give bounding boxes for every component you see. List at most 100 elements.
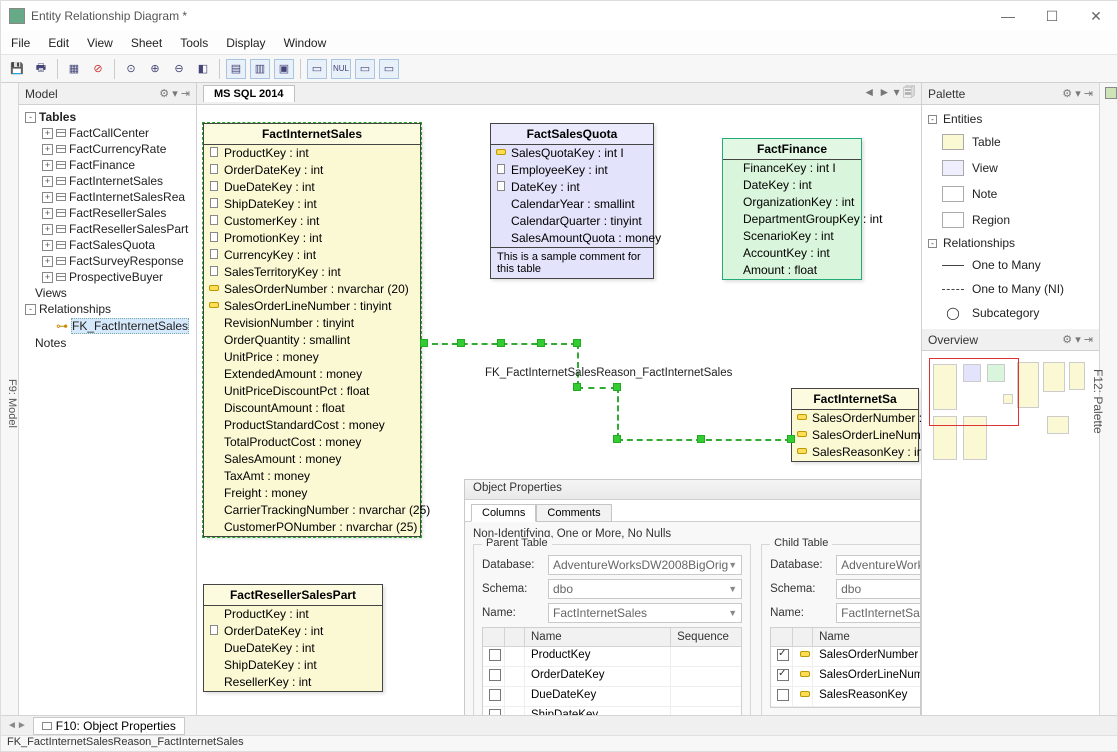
gear-icon[interactable]: ⚙ ▾ ⇥ (1062, 87, 1093, 100)
palette-item-note[interactable]: Note (928, 181, 1093, 207)
fk-connector[interactable] (617, 387, 619, 439)
pin-icon[interactable] (1105, 87, 1117, 99)
table-row[interactable]: SalesReasonKey (771, 687, 920, 707)
palette-item-view[interactable]: View (928, 155, 1093, 181)
entity-column: DueDateKey : int (204, 640, 382, 657)
checkbox[interactable] (489, 669, 501, 681)
gear-icon[interactable]: ⚙ ▾ ⇥ (159, 87, 190, 100)
palette-item-one-to-many-ni[interactable]: One to Many (NI) (928, 277, 1093, 301)
zoom-in-icon[interactable]: ⊕ (145, 59, 165, 79)
model-title: Model (25, 87, 58, 101)
checkbox[interactable] (777, 649, 789, 661)
entity-factfinance[interactable]: FactFinance FinanceKey : int IDateKey : … (722, 138, 862, 280)
minimize-button[interactable]: — (995, 8, 1021, 25)
palette-header: Palette ⚙ ▾ ⇥ (922, 83, 1099, 105)
entity-title: FactInternetSales (204, 124, 420, 145)
table-row[interactable]: SalesOrderNumber1 (771, 647, 920, 667)
child-columns-grid[interactable]: NameSequence SalesOrderNumber1SalesOrder… (770, 627, 920, 708)
overview-header: Overview ⚙ ▾ ⇥ (922, 329, 1099, 351)
entity-column: SalesOrderNumber : nvarchar (20) (204, 281, 420, 298)
palette-item-one-to-many[interactable]: One to Many (928, 253, 1093, 277)
maximize-button[interactable]: ☐ (1039, 8, 1065, 25)
toggle-d-icon[interactable]: ▭ (379, 59, 399, 79)
toggle-c-icon[interactable]: ▭ (355, 59, 375, 79)
model-tree[interactable]: - Tables+ FactCallCenter+ FactCurrencyRa… (19, 105, 196, 717)
checkbox[interactable] (777, 689, 789, 701)
zoom-reset-icon[interactable]: ⊙ (121, 59, 141, 79)
palette-item-region[interactable]: Region (928, 207, 1093, 233)
entity-column: ProductKey : int (204, 606, 382, 623)
props-title: Object Properties (465, 480, 920, 500)
forbid-icon[interactable]: ⊘ (88, 59, 108, 79)
entity-column: CustomerPONumber : nvarchar (25) (204, 519, 420, 536)
palette-body: -Entities Table View Note Region -Relati… (922, 105, 1099, 329)
child-schema-select[interactable]: dbo▼ (836, 579, 920, 599)
left-rail[interactable]: F9: Model (1, 83, 19, 717)
palette-item-table[interactable]: Table (928, 129, 1093, 155)
menu-file[interactable]: File (11, 36, 30, 50)
entity-column: SalesQuotaKey : int I (491, 145, 653, 162)
entity-factsalesquota[interactable]: FactSalesQuota SalesQuotaKey : int IEmpl… (490, 123, 654, 279)
table-row[interactable]: ProductKey (483, 647, 741, 667)
entity-column: EmployeeKey : int (491, 162, 653, 179)
key-icon (799, 670, 811, 678)
entity-title: FactResellerSalesPart (204, 585, 382, 606)
collapse-icon[interactable]: - (928, 239, 937, 248)
gear-icon[interactable]: ⚙ ▾ ⇥ (1062, 333, 1093, 346)
sheet-nav[interactable]: ◄ ► ▾ 🗐 (863, 83, 915, 104)
entity-column: DateKey : int (723, 177, 861, 194)
view-keys-icon[interactable]: ▥ (250, 59, 270, 79)
checkbox[interactable] (489, 649, 501, 661)
entity-column: RevisionNumber : tinyint (204, 315, 420, 332)
menu-bar: File Edit View Sheet Tools Display Windo… (1, 31, 1117, 55)
palette-item-subcategory[interactable]: ◯Subcategory (928, 301, 1093, 325)
sheet-tab-mssql[interactable]: MS SQL 2014 (203, 85, 295, 102)
view-detail-icon[interactable]: ▤ (226, 59, 246, 79)
entity-column: DepartmentGroupKey : int (723, 211, 861, 228)
checkbox[interactable] (777, 669, 789, 681)
overview-map[interactable] (922, 351, 1099, 717)
table-row[interactable]: DueDateKey (483, 687, 741, 707)
child-database-select[interactable]: AdventureWorksDW2008BigOrig▼ (836, 555, 920, 575)
table-row[interactable]: OrderDateKey (483, 667, 741, 687)
child-name-select[interactable]: FactInternetSalesReason▼ (836, 603, 920, 623)
parent-columns-grid[interactable]: NameSequence ProductKeyOrderDateKeyDueDa… (482, 627, 742, 716)
collapse-icon[interactable]: - (928, 115, 937, 124)
props-tab-comments[interactable]: Comments (536, 504, 611, 522)
fk-connector[interactable] (577, 387, 617, 389)
entity-factresellersalespart[interactable]: FactResellerSalesPart ProductKey : intOr… (203, 584, 383, 692)
parent-name-select[interactable]: FactInternetSales▼ (548, 603, 742, 623)
bottom-tab-props[interactable]: F10: Object Properties (33, 717, 185, 735)
entity-factinternetsalesreason[interactable]: FactInternetSa SalesOrderNumber :SalesOr… (791, 388, 919, 462)
menu-sheet[interactable]: Sheet (131, 36, 162, 50)
tab-nav-left-icon[interactable]: ◄► (7, 720, 27, 731)
close-button[interactable]: ✕ (1083, 8, 1109, 25)
entity-factinternetsales[interactable]: FactInternetSales ProductKey : intOrderD… (203, 123, 421, 537)
parent-database-select[interactable]: AdventureWorksDW2008BigOrig▼ (548, 555, 742, 575)
table-row[interactable]: SalesOrderLineNumber2 (771, 667, 920, 687)
menu-display[interactable]: Display (226, 36, 265, 50)
fk-connector[interactable] (577, 343, 579, 387)
entity-column: UnitPrice : money (204, 349, 420, 366)
checkbox[interactable] (489, 689, 501, 701)
menu-view[interactable]: View (87, 36, 113, 50)
toggle-null-icon[interactable]: NUL (331, 59, 351, 79)
parent-table-group: Parent Table Database:AdventureWorksDW20… (473, 544, 751, 716)
grid-icon[interactable]: ▦ (64, 59, 84, 79)
zoom-out-icon[interactable]: ⊖ (169, 59, 189, 79)
model-panel: Model ⚙ ▾ ⇥ - Tables+ FactCallCenter+ Fa… (19, 83, 197, 717)
entity-column: CalendarYear : smallint (491, 196, 653, 213)
entity-comment: This is a sample comment for this table (491, 247, 653, 278)
save-icon[interactable]: 💾 (7, 59, 27, 79)
print-icon[interactable]: 🖶 (31, 59, 51, 79)
props-tab-columns[interactable]: Columns (471, 504, 536, 522)
key-icon (799, 650, 811, 658)
zoom-fit-icon[interactable]: ◧ (193, 59, 213, 79)
view-names-icon[interactable]: ▣ (274, 59, 294, 79)
menu-window[interactable]: Window (284, 36, 327, 50)
menu-edit[interactable]: Edit (48, 36, 69, 50)
parent-schema-select[interactable]: dbo▼ (548, 579, 742, 599)
toggle-a-icon[interactable]: ▭ (307, 59, 327, 79)
menu-tools[interactable]: Tools (180, 36, 208, 50)
right-rail[interactable]: F12: Palette (1099, 83, 1117, 717)
